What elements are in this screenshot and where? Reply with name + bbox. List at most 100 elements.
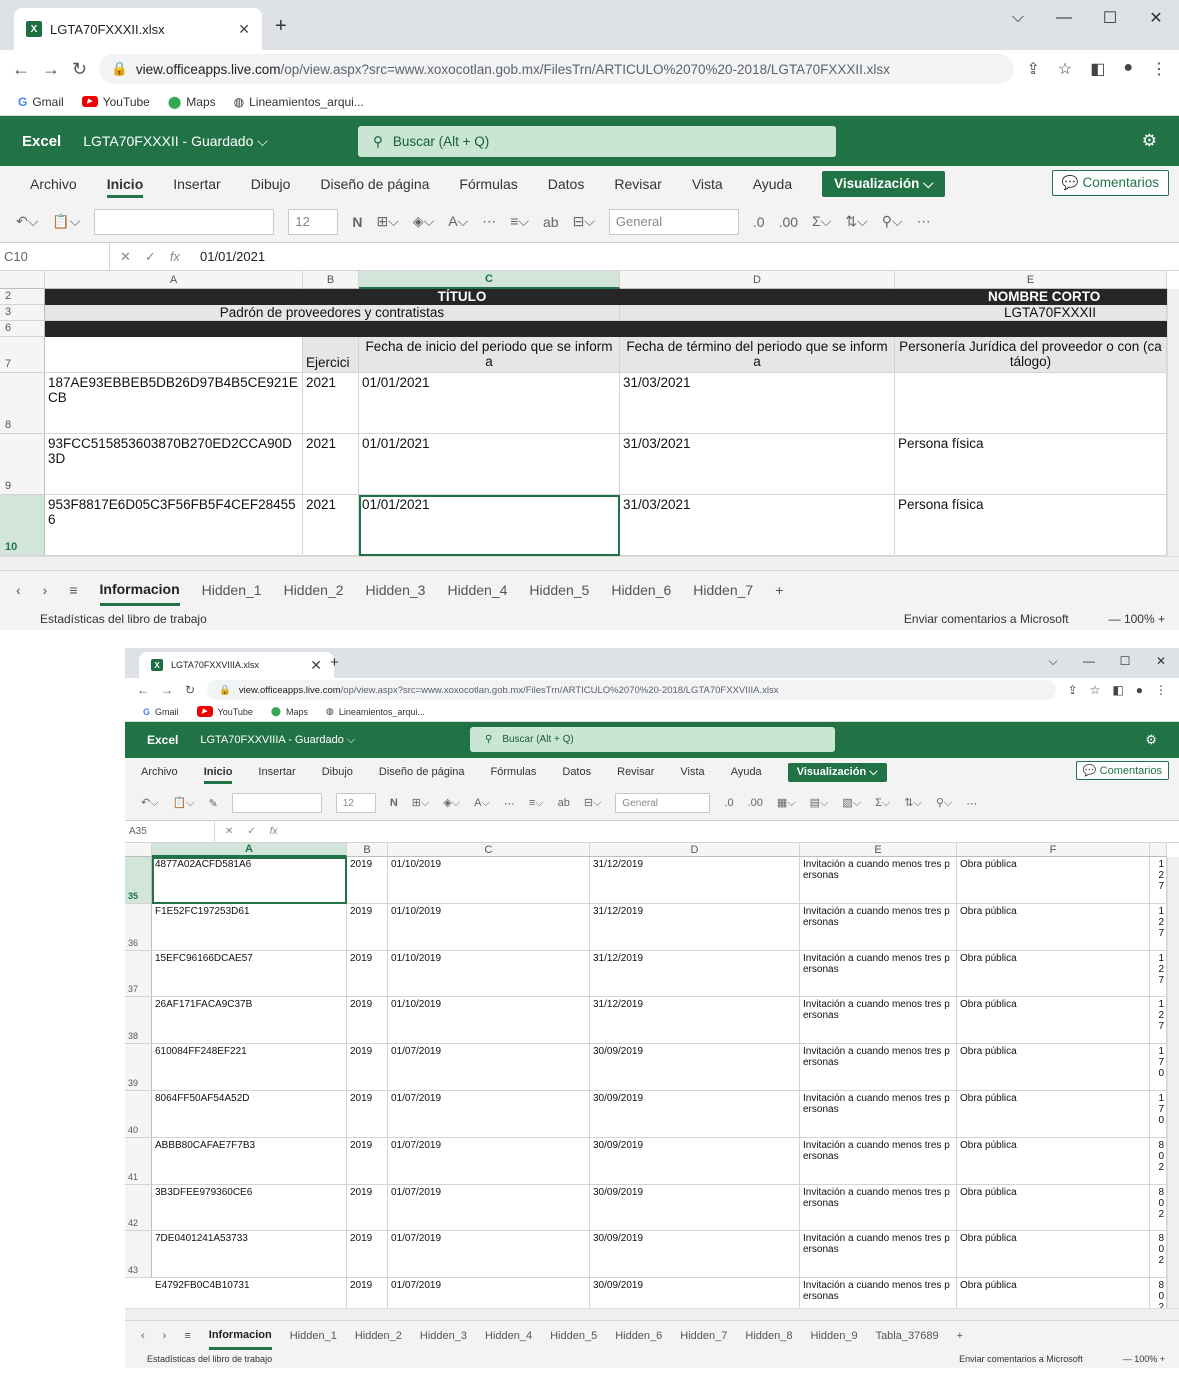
table-cell[interactable]: 30/09/2019 <box>590 1137 800 1185</box>
menu-formulas[interactable]: Fórmulas <box>491 766 537 778</box>
number-format-select[interactable]: General <box>608 208 739 235</box>
star-icon[interactable]: ☆ <box>1058 59 1072 79</box>
cell-e8[interactable] <box>895 373 1167 434</box>
cell-styles-icon[interactable]: ▧⌵ <box>842 796 861 810</box>
menu-archivo[interactable]: Archivo <box>141 766 178 778</box>
horizontal-scrollbar[interactable] <box>0 556 1179 570</box>
app-name[interactable]: Excel <box>147 733 178 747</box>
col-header-d[interactable]: D <box>620 271 895 289</box>
table-cell[interactable]: 127 <box>1150 857 1167 904</box>
table-cell[interactable]: 2019 <box>347 1091 388 1138</box>
table-cell[interactable]: E4792FB0C4B10731 <box>152 1278 347 1308</box>
table-cell[interactable]: ABBB80CAFAE7F7B3 <box>152 1137 347 1185</box>
wrap-icon[interactable]: ab <box>543 214 559 230</box>
header-cell-b[interactable]: Ejercicio <box>303 337 359 373</box>
font-name-select[interactable] <box>231 793 322 813</box>
close-tab-icon[interactable]: ✕ <box>238 21 250 38</box>
sheet-tab-hidden-5[interactable]: Hidden_5 <box>550 1330 597 1342</box>
bookmark-youtube[interactable]: ▶ YouTube <box>81 95 150 109</box>
increase-decimal-icon[interactable]: .0 <box>724 797 733 809</box>
star-icon[interactable]: ☆ <box>1090 683 1101 697</box>
table-cell[interactable]: 01/07/2019 <box>388 1231 590 1279</box>
bookmark-maps[interactable]: ⬤ Maps <box>271 706 308 717</box>
sheet-tab-hidden-3[interactable]: Hidden_3 <box>420 1330 467 1342</box>
short-name-cell[interactable]: NOMBRE CORTO <box>620 289 1167 305</box>
add-sheet-icon[interactable]: + <box>957 1330 963 1342</box>
profile-icon[interactable]: ● <box>1136 683 1143 697</box>
font-size-select[interactable]: 12 <box>335 793 376 813</box>
row-header[interactable]: 39 <box>125 1044 152 1091</box>
format-table-icon[interactable]: ▤⌵ <box>810 796 829 810</box>
sheet-tab-hidden-9[interactable]: Hidden_9 <box>810 1330 857 1342</box>
more-icon[interactable]: ⋯ <box>482 213 496 230</box>
new-tab-icon[interactable]: + <box>330 654 339 671</box>
select-all[interactable] <box>0 271 45 289</box>
sheet-nav-prev-icon[interactable]: ‹ <box>16 582 21 598</box>
table-cell[interactable]: 2019 <box>347 903 388 951</box>
increase-decimal-icon[interactable]: .0 <box>753 214 765 230</box>
table-cell[interactable]: 127 <box>1150 903 1167 951</box>
cell-a9[interactable]: 93FCC515853603870B270ED2CCA90D3D <box>45 434 303 495</box>
table-cell[interactable]: Invitación a cuando menos tres personas <box>800 950 957 998</box>
sheet-nav-prev-icon[interactable]: ‹ <box>141 1330 145 1342</box>
table-cell[interactable]: 802 <box>1150 1278 1167 1308</box>
menu-revisar[interactable]: Revisar <box>614 176 661 192</box>
gear-icon[interactable]: ⚙ <box>1142 131 1157 151</box>
table-cell[interactable]: 802 <box>1150 1231 1167 1279</box>
view-mode-button[interactable]: Visualización ⌵ <box>787 762 887 782</box>
row-header[interactable]: 38 <box>125 997 152 1045</box>
table-cell[interactable]: 8064FF50AF54A52D <box>152 1091 347 1138</box>
menu-insertar[interactable]: Insertar <box>258 766 295 778</box>
font-name-select[interactable] <box>94 208 275 235</box>
table-cell[interactable]: 2019 <box>347 1231 388 1279</box>
sheet-tab-hidden-6[interactable]: Hidden_6 <box>615 1330 662 1342</box>
share-icon[interactable]: ⇪ <box>1068 683 1078 697</box>
sheet-tab-informacion[interactable]: Informacion <box>208 1321 272 1350</box>
row-header-9[interactable]: 9 <box>0 434 45 495</box>
sheet-tab-tabla[interactable]: Tabla_37689 <box>876 1330 939 1342</box>
row-header-7[interactable]: 7 <box>0 337 45 373</box>
comments-button[interactable]: 💬 Comentarios <box>1051 170 1169 196</box>
sidebar-icon[interactable]: ◧ <box>1090 59 1105 79</box>
table-cell[interactable]: 30/09/2019 <box>590 1044 800 1091</box>
menu-dibujo[interactable]: Dibujo <box>251 176 291 192</box>
name-box[interactable]: C10 <box>0 243 110 270</box>
col-header-a[interactable]: A <box>152 843 347 857</box>
row-header[interactable]: 42 <box>125 1184 152 1232</box>
table-cell[interactable]: Invitación a cuando menos tres personas <box>800 1137 957 1185</box>
table-cell[interactable]: 2019 <box>347 1184 388 1232</box>
row-header[interactable]: 43 <box>125 1231 152 1279</box>
cancel-icon[interactable]: ✕ <box>120 249 131 265</box>
table-cell[interactable]: 30/09/2019 <box>590 1091 800 1138</box>
workbook-stats[interactable]: Estadísticas del libro de trabajo <box>147 1354 272 1364</box>
table-cell[interactable]: 2019 <box>347 1044 388 1091</box>
sum-icon[interactable]: Σ⌵ <box>875 797 890 810</box>
cancel-icon[interactable]: ✕ <box>225 826 233 837</box>
sheet-tab-hidden-3[interactable]: Hidden_3 <box>366 582 426 598</box>
title-value-cell[interactable]: Padrón de proveedores y contratistas <box>45 305 620 321</box>
table-cell[interactable]: Obra pública <box>957 903 1150 951</box>
tab-search-icon[interactable]: ⌵ <box>1035 648 1071 674</box>
gear-icon[interactable]: ⚙ <box>1145 732 1157 748</box>
table-cell[interactable]: 610084FF248EF221 <box>152 1044 347 1091</box>
cell-b10[interactable]: 2021 <box>303 495 359 556</box>
merge-icon[interactable]: ⊟⌵ <box>584 796 602 810</box>
table-cell[interactable]: Invitación a cuando menos tres personas <box>800 1091 957 1138</box>
table-cell[interactable]: 31/12/2019 <box>590 997 800 1045</box>
row-header-3[interactable]: 3 <box>0 305 45 321</box>
table-cell[interactable]: Invitación a cuando menos tres personas <box>800 1184 957 1232</box>
paste-icon[interactable]: 📋⌵ <box>52 213 80 230</box>
sheet-tab-hidden-7[interactable]: Hidden_7 <box>693 582 753 598</box>
table-cell[interactable]: 01/07/2019 <box>388 1184 590 1232</box>
table-cell[interactable]: 30/09/2019 <box>590 1184 800 1232</box>
table-cell[interactable]: Obra pública <box>957 1278 1150 1308</box>
table-cell[interactable]: 2019 <box>347 950 388 998</box>
vertical-scrollbar[interactable] <box>1167 857 1179 1308</box>
table-cell[interactable]: Invitación a cuando menos tres personas <box>800 1231 957 1279</box>
table-cell[interactable]: Obra pública <box>957 950 1150 998</box>
table-cell[interactable]: 30/09/2019 <box>590 1278 800 1308</box>
table-cell[interactable]: 2019 <box>347 1278 388 1308</box>
menu-inicio[interactable]: Inicio <box>203 760 233 784</box>
table-cell[interactable]: 01/10/2019 <box>388 857 590 904</box>
bold-icon[interactable]: N <box>390 797 398 809</box>
